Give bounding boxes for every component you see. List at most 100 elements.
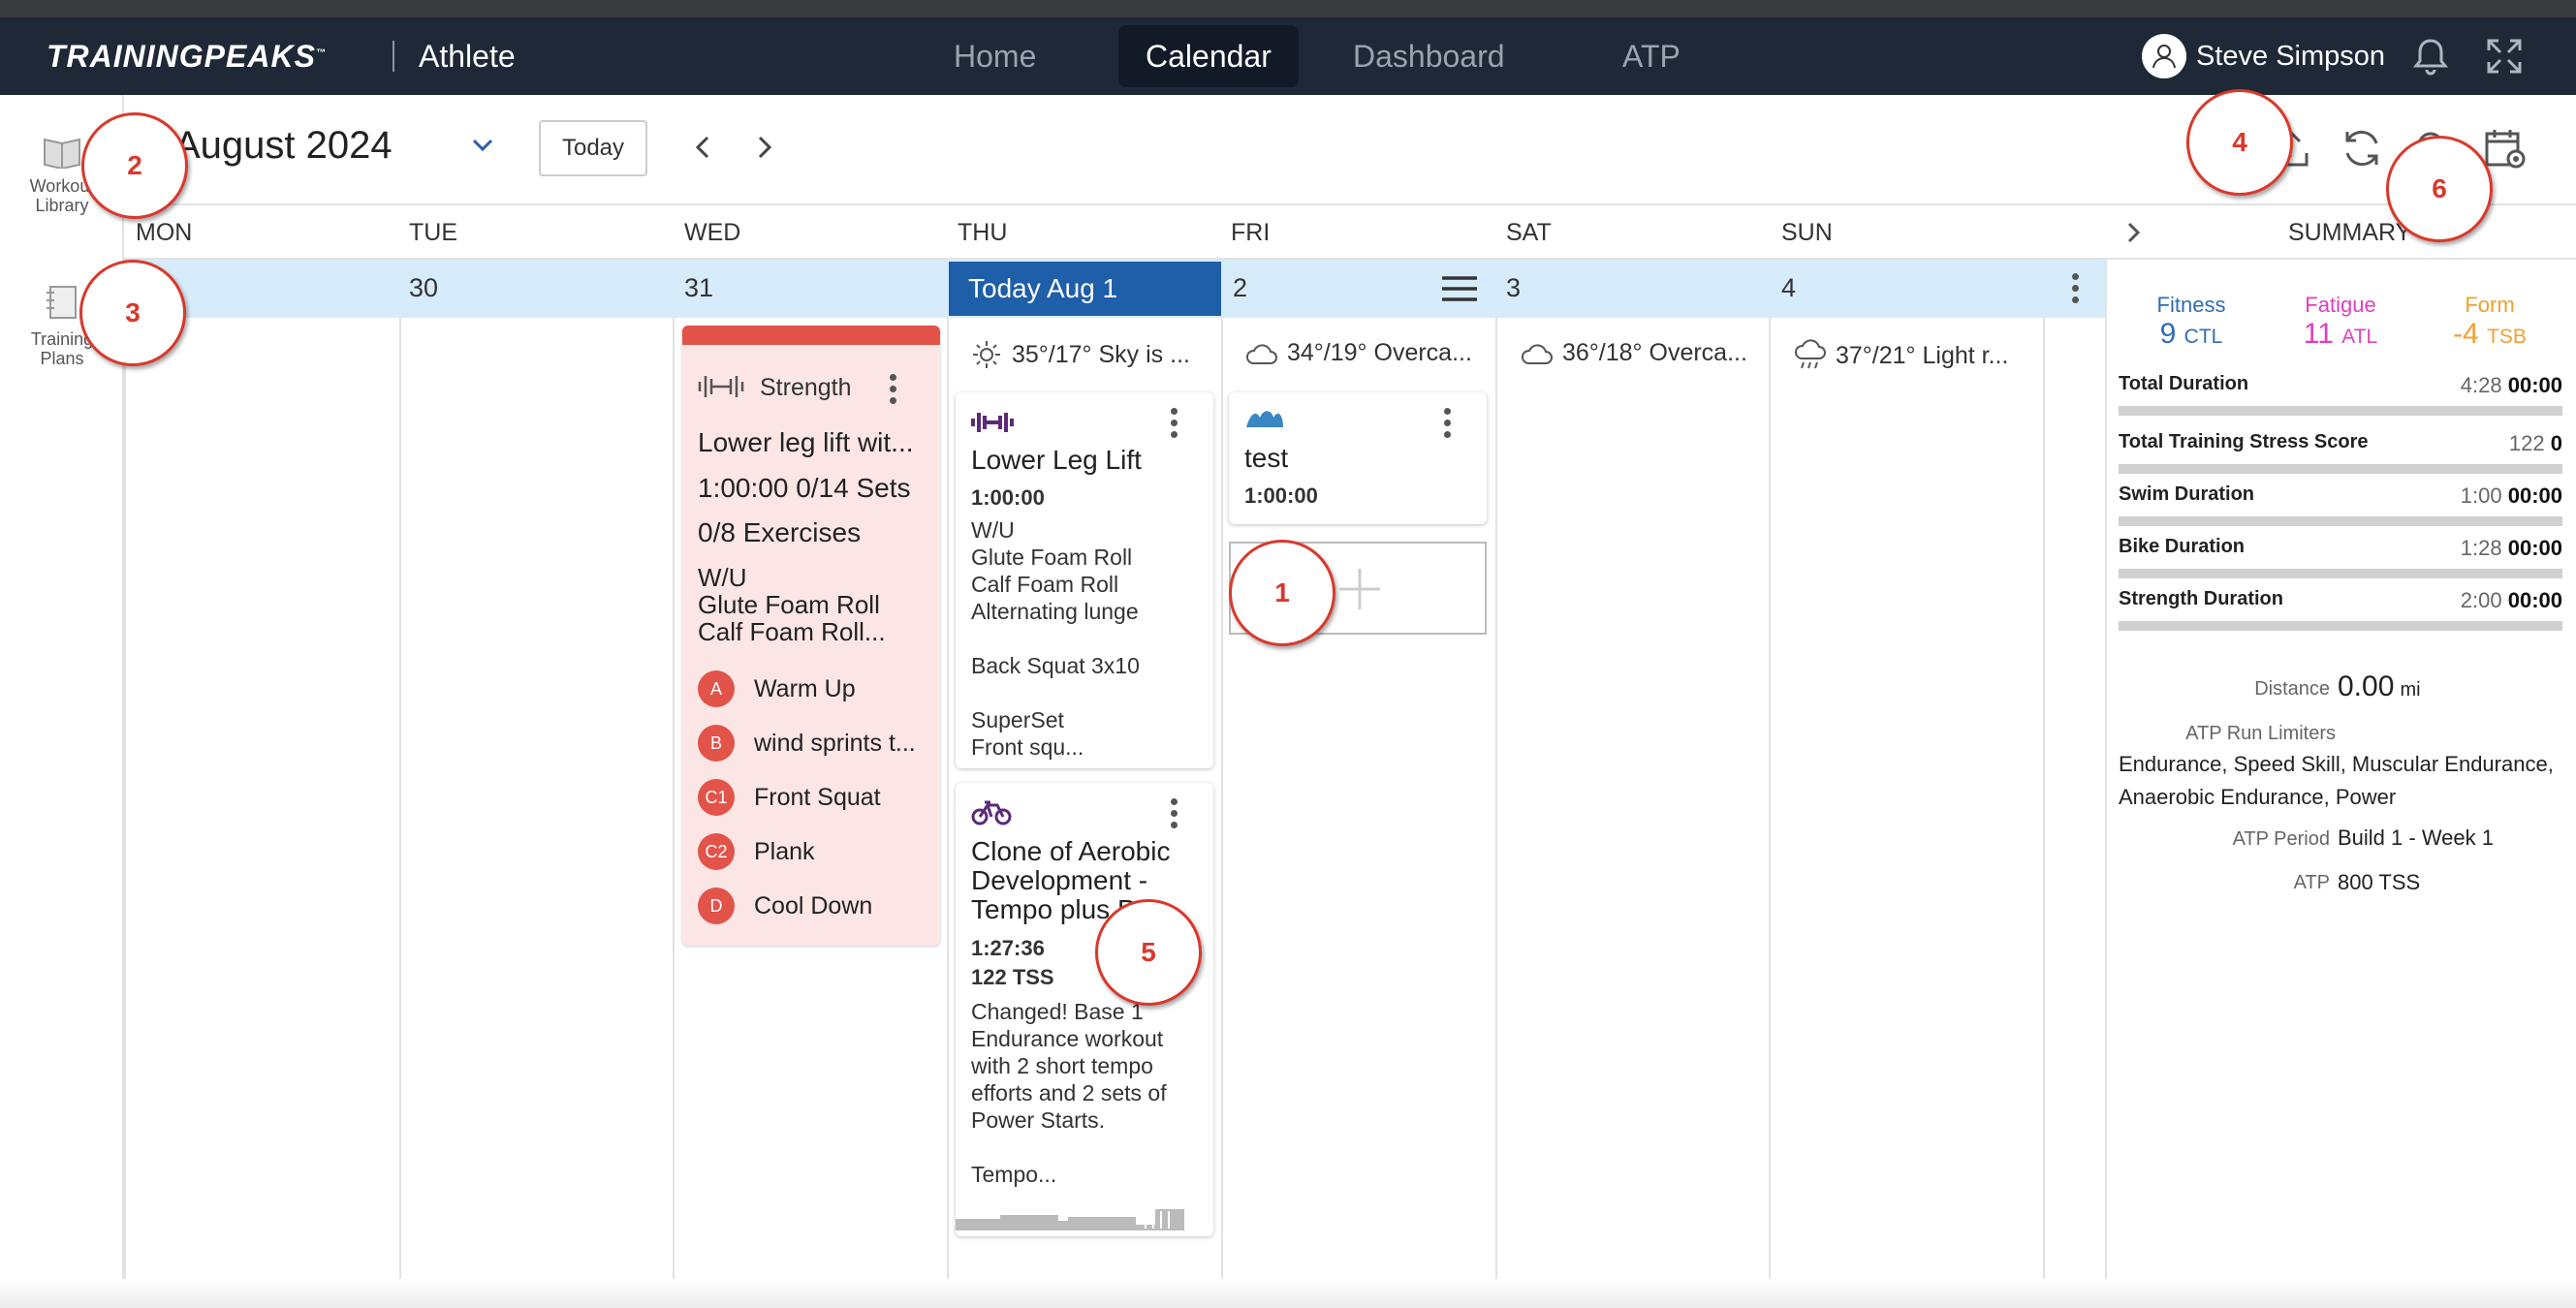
plus-icon	[1339, 569, 1380, 609]
annotation-marker: 1	[1229, 540, 1335, 646]
progress-track	[2119, 516, 2562, 526]
exercise-badge: C1	[698, 779, 735, 816]
app-section-label: Athlete	[419, 39, 516, 74]
summary-row: Total Training Stress Score 122 0	[2119, 431, 2562, 474]
annotation-marker: 3	[79, 260, 186, 366]
chevron-left-icon[interactable]	[688, 132, 719, 163]
user-icon	[2152, 45, 2176, 69]
swim-wave-icon	[1246, 411, 1283, 427]
week-date-row: 30 31 2 3 4	[126, 260, 2334, 318]
column-divider	[1495, 260, 1497, 1308]
exercise-badge: C2	[698, 833, 735, 870]
lower-leg-lift-card[interactable]: Lower Leg Lift 1:00:00 W/U Glute Foam Ro…	[956, 392, 1213, 768]
notebook-icon	[47, 286, 77, 319]
chevron-right-icon[interactable]	[2120, 219, 2147, 246]
workout-title: test	[1244, 443, 1289, 473]
day-header-fri: FRI	[1231, 219, 1271, 246]
date-tue: 30	[409, 273, 439, 302]
window-top-strip	[0, 0, 2576, 17]
nav-home[interactable]: Home	[927, 25, 1063, 87]
workout-duration: 1:00:00	[971, 485, 1045, 510]
cloud-icon	[1522, 343, 1553, 364]
dumbbell-icon	[698, 376, 744, 397]
workout-description: W/U Glute Foam Roll Calf Foam Roll Alter…	[971, 517, 1140, 760]
summary-header: SUMMARY	[2106, 203, 2576, 260]
column-divider	[1221, 260, 1223, 1308]
swim-workout-card[interactable]: test 1:00:00	[1229, 392, 1487, 524]
hamburger-menu-icon[interactable]	[1440, 273, 1479, 304]
dumbbell-icon	[971, 413, 1014, 432]
workout-profile-graph	[956, 1209, 1184, 1230]
user-menu[interactable]: Steve Simpson	[2142, 34, 2386, 78]
fullscreen-icon[interactable]	[2481, 33, 2528, 79]
month-title[interactable]: August 2024	[174, 124, 393, 168]
chevron-right-icon[interactable]	[748, 132, 779, 163]
exercise-item[interactable]: D Cool Down	[698, 888, 872, 924]
calendar-settings-icon[interactable]	[2481, 124, 2529, 172]
column-divider	[2043, 260, 2045, 1308]
strength-color-bar	[682, 326, 940, 345]
refresh-icon[interactable]	[2338, 124, 2386, 172]
weather-fri: 34°/19° Overca...	[1244, 339, 1472, 367]
column-divider	[947, 260, 949, 1308]
form-metric: Form -4 TSB	[2453, 293, 2527, 350]
card-options-icon[interactable]	[1167, 408, 1180, 443]
book-icon	[44, 138, 80, 169]
day-header-sun: SUN	[1781, 219, 1833, 246]
card-options-icon[interactable]	[1167, 798, 1180, 833]
exercise-item[interactable]: A Warm Up	[698, 670, 856, 707]
day-header-sat: SAT	[1506, 219, 1552, 246]
workout-description: W/U Glute Foam Roll Calf Foam Roll...	[698, 563, 886, 646]
nav-atp[interactable]: ATP	[1595, 25, 1708, 87]
summary-row: Total Duration 4:28 00:00	[2119, 373, 2562, 416]
workout-duration: 1:00:00	[1244, 483, 1318, 508]
strength-workout-card[interactable]: Strength Lower leg lift wit... 1:00:00 0…	[682, 326, 940, 946]
date-sun: 4	[1781, 273, 1797, 302]
exercise-item[interactable]: C1 Front Squat	[698, 779, 881, 816]
today-date-cell: Today Aug 1	[949, 262, 1221, 316]
date-sat: 3	[1506, 273, 1522, 302]
user-name: Steve Simpson	[2196, 40, 2386, 72]
exercise-item[interactable]: Bwind sprints t...	[698, 725, 916, 762]
day-header-mon: MON	[136, 219, 193, 246]
atp-run-limiters-value: Endurance, Speed Skill, Muscular Enduran…	[2119, 752, 2554, 809]
day-header-thu: THU	[958, 219, 1008, 246]
workout-description: Changed! Base 1 Endurance workout with 2…	[971, 999, 1167, 1187]
workout-tss: 122 TSS	[971, 965, 1054, 989]
atp-value: 800 TSS	[2338, 870, 2421, 894]
aerobic-workout-card[interactable]: Clone of Aerobic Development - Tempo plu…	[956, 783, 1213, 1236]
chevron-down-icon[interactable]	[469, 132, 496, 159]
atp-label: ATP	[2293, 872, 2330, 893]
rain-cloud-icon	[1795, 339, 1826, 369]
annotation-marker: 6	[2386, 136, 2493, 242]
bell-icon[interactable]	[2407, 33, 2454, 79]
workout-exercises: 0/8 Exercises	[698, 517, 862, 547]
progress-track	[2119, 621, 2562, 631]
exercise-badge: B	[698, 725, 735, 762]
day-header-tue: TUE	[409, 219, 457, 246]
day-header-wed: WED	[684, 219, 741, 246]
date-fri: 2	[1233, 273, 1248, 302]
card-options-icon[interactable]	[1440, 408, 1454, 443]
column-divider	[1769, 260, 1771, 1308]
progress-track	[2119, 406, 2562, 416]
sun-icon	[973, 341, 1000, 368]
workout-sets: 1:00:00 0/14 Sets	[698, 473, 911, 503]
today-button[interactable]: Today	[539, 120, 647, 176]
exercise-item[interactable]: C2 Plank	[698, 833, 815, 870]
workout-type-label: Strength	[760, 374, 852, 401]
nav-dashboard[interactable]: Dashboard	[1326, 25, 1532, 87]
nav-calendar[interactable]: Calendar	[1118, 25, 1299, 87]
distance-value: 0.00 mi	[2338, 670, 2421, 702]
trainingpeaks-logo[interactable]: TRAININGPEAKS™	[47, 39, 327, 75]
atp-period-label: ATP Period	[2232, 828, 2330, 850]
exercise-badge: D	[698, 888, 735, 924]
fatigue-metric: Fatigue 11 ATL	[2303, 293, 2378, 350]
summary-row: Bike Duration 1:28 00:00	[2119, 536, 2562, 578]
workout-duration: 1:27:36	[971, 936, 1045, 960]
weather-sat: 36°/18° Overca...	[1520, 339, 1747, 367]
annotation-marker: 2	[81, 112, 188, 219]
workout-title: Lower leg lift wit...	[698, 427, 914, 457]
week-options-icon[interactable]	[2068, 273, 2082, 308]
card-options-icon[interactable]	[886, 374, 899, 409]
